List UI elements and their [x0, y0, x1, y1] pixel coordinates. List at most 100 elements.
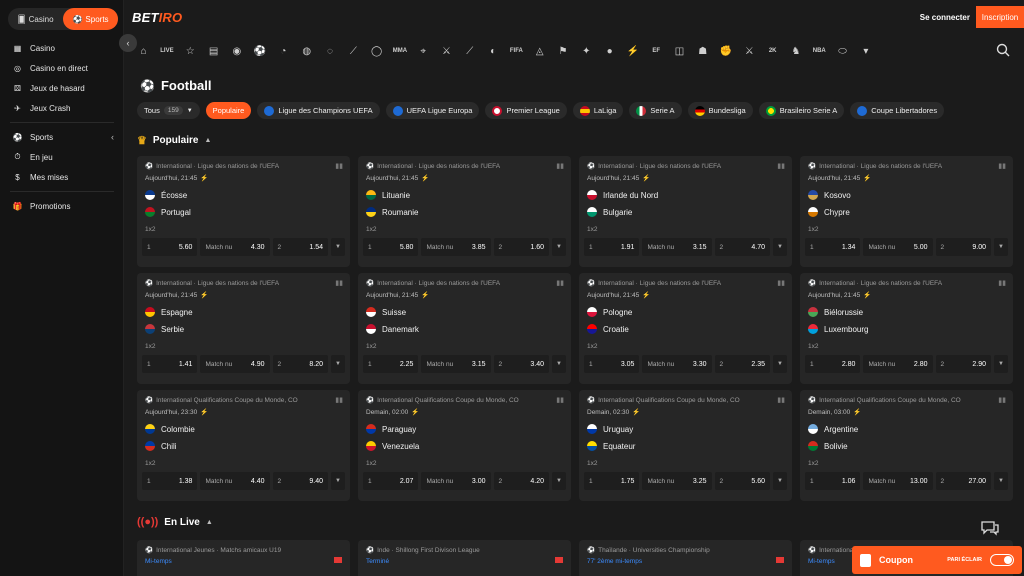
filter-brasileiro[interactable]: Brasileiro Serie A: [758, 102, 845, 119]
ebrasil-icon[interactable]: ☗: [691, 41, 714, 61]
esports-strike-icon[interactable]: ⚔: [435, 41, 458, 61]
odd-draw-button[interactable]: Match nu 4.90: [200, 355, 270, 373]
chevron-down-icon[interactable]: ▼: [552, 472, 566, 490]
match-card[interactable]: ⚽ International Qualifications Coupe du M…: [137, 390, 350, 501]
league-icon[interactable]: ◉: [225, 41, 248, 61]
match-card[interactable]: ⚽ International · Ligue des nations de l'…: [137, 156, 350, 267]
odd-away-button[interactable]: 2 1.54: [272, 238, 328, 256]
chevron-down-icon[interactable]: ▼: [331, 472, 345, 490]
odd-away-button[interactable]: 2 4.20: [493, 472, 549, 490]
match-card[interactable]: ⚽ International Qualifications Coupe du M…: [800, 390, 1013, 501]
logo[interactable]: BETIRO: [132, 10, 182, 25]
odd-home-button[interactable]: 1 2.07: [363, 472, 419, 490]
rugby-icon[interactable]: ⬭: [831, 41, 854, 61]
chat-icon[interactable]: ◐: [481, 41, 504, 61]
ekick-icon[interactable]: ⚡: [621, 41, 644, 61]
esports-dota-icon[interactable]: ◬: [528, 41, 551, 61]
chevron-down-icon[interactable]: ▼: [552, 355, 566, 373]
filter-champions-league[interactable]: Ligue des Champions UEFA: [257, 102, 380, 119]
stats-icon[interactable]: ▮▮: [556, 279, 564, 287]
popular-section-header[interactable]: ♛ Populaire ▲: [137, 134, 211, 147]
odd-home-button[interactable]: 1 2.25: [363, 355, 419, 373]
live-section-header[interactable]: ((●)) En Live ▲: [137, 516, 213, 528]
switch-casino[interactable]: 🂠 Casino: [8, 8, 63, 30]
stats-icon[interactable]: ▮▮: [777, 162, 785, 170]
odd-home-button[interactable]: 1 5.80: [363, 238, 419, 256]
odd-draw-button[interactable]: Match nu 4.40: [200, 472, 270, 490]
stats-icon[interactable]: ▮▮: [777, 279, 785, 287]
odd-draw-button[interactable]: Match nu 3.85: [421, 238, 491, 256]
volleyball-icon[interactable]: ◌: [318, 41, 341, 61]
chevron-down-icon[interactable]: ▼: [773, 472, 787, 490]
odd-away-button[interactable]: 2 2.35: [714, 355, 770, 373]
odd-away-button[interactable]: 2 8.20: [272, 355, 328, 373]
sidebar-item-crash-games[interactable]: ✈ Jeux Crash: [0, 98, 124, 118]
search-icon[interactable]: [996, 43, 1010, 57]
filter-bundesliga[interactable]: Bundesliga: [687, 102, 753, 119]
live-match-card[interactable]: ⚽ International Jeunes · Matchs amicaux U…: [137, 540, 350, 576]
filter-popular[interactable]: Populaire: [205, 102, 252, 119]
stats-icon[interactable]: ▮▮: [335, 396, 343, 404]
sidebar-item-in-play[interactable]: ⏱ En jeu: [0, 147, 124, 167]
nba2k-icon[interactable]: 2K: [761, 41, 784, 61]
odd-draw-button[interactable]: Match nu 3.00: [421, 472, 491, 490]
filter-premier-league[interactable]: Premier League: [485, 102, 567, 119]
efifa-icon[interactable]: EF: [645, 41, 668, 61]
sidebar-item-live-casino[interactable]: ◎ Casino en direct: [0, 58, 124, 78]
flash-bet-toggle[interactable]: [990, 554, 1014, 566]
ebattle-icon[interactable]: ⚔: [738, 41, 761, 61]
stats-icon[interactable]: ▮▮: [556, 396, 564, 404]
coupon-bar[interactable]: Coupon PARI ÉCLAIR: [852, 546, 1022, 574]
chevron-down-icon[interactable]: ▼: [773, 238, 787, 256]
fifa-icon[interactable]: FIFA: [505, 41, 528, 61]
match-card[interactable]: ⚽ International · Ligue des nations de l'…: [800, 156, 1013, 267]
football-icon[interactable]: ⚽: [248, 41, 271, 61]
stats-icon[interactable]: ▮▮: [335, 162, 343, 170]
filter-laliga[interactable]: LaLiga: [572, 102, 624, 119]
match-card[interactable]: ⚽ International Qualifications Coupe du M…: [358, 390, 571, 501]
chevron-left-icon[interactable]: ‹: [111, 132, 114, 142]
live-icon[interactable]: LIVE: [155, 41, 178, 61]
match-card[interactable]: ⚽ International · Ligue des nations de l'…: [579, 156, 792, 267]
ecricket-icon[interactable]: ◫: [668, 41, 691, 61]
odd-draw-button[interactable]: Match nu 5.00: [863, 238, 933, 256]
odd-draw-button[interactable]: Match nu 3.30: [642, 355, 712, 373]
document-icon[interactable]: ▤: [202, 41, 225, 61]
odd-away-button[interactable]: 2 9.00: [935, 238, 991, 256]
odd-draw-button[interactable]: Match nu 3.25: [642, 472, 712, 490]
chevron-down-icon[interactable]: ▼: [331, 355, 345, 373]
odd-draw-button[interactable]: Match nu 3.15: [642, 238, 712, 256]
odd-draw-button[interactable]: Match nu 3.15: [421, 355, 491, 373]
filter-all[interactable]: Tous 159 ▼: [137, 102, 200, 119]
odd-home-button[interactable]: 1 3.05: [584, 355, 640, 373]
ball-icon[interactable]: ●: [598, 41, 621, 61]
mma-icon[interactable]: MMA: [388, 41, 411, 61]
stats-icon[interactable]: ▮▮: [777, 396, 785, 404]
chevron-down-icon[interactable]: ▼: [994, 355, 1008, 373]
odd-draw-button[interactable]: Match nu 2.80: [863, 355, 933, 373]
switch-sports[interactable]: ⚽ Sports: [63, 8, 118, 30]
live-stream-icon[interactable]: [555, 557, 563, 563]
filter-serie-a[interactable]: Serie A: [629, 102, 682, 119]
collapse-sidebar-button[interactable]: ‹: [119, 34, 137, 52]
stats-icon[interactable]: ▮▮: [556, 162, 564, 170]
sidebar-item-my-bets[interactable]: $ Mes mises: [0, 167, 124, 187]
chevron-down-icon[interactable]: ▼: [331, 238, 345, 256]
odd-away-button[interactable]: 2 4.70: [714, 238, 770, 256]
odd-away-button[interactable]: 2 9.40: [272, 472, 328, 490]
esports-valorant-icon[interactable]: ⟋: [458, 41, 481, 61]
signup-button[interactable]: Inscription: [976, 6, 1024, 28]
stats-icon[interactable]: ▮▮: [998, 162, 1006, 170]
chess-icon[interactable]: ♞: [784, 41, 807, 61]
odd-home-button[interactable]: 1 1.41: [142, 355, 198, 373]
live-match-card[interactable]: ⚽ Thaïlande · Universities Championship 7…: [579, 540, 792, 576]
odd-home-button[interactable]: 1 1.34: [805, 238, 861, 256]
chevron-down-icon[interactable]: ▼: [994, 238, 1008, 256]
sidebar-item-promotions[interactable]: 🎁 Promotions: [0, 196, 124, 216]
odd-home-button[interactable]: 1 1.38: [142, 472, 198, 490]
sidebar-item-sports[interactable]: ⚽ Sports ‹: [0, 127, 124, 147]
nba-icon[interactable]: NBA: [808, 41, 831, 61]
odd-home-button[interactable]: 1 1.75: [584, 472, 640, 490]
odd-home-button[interactable]: 1 1.06: [805, 472, 861, 490]
live-stream-icon[interactable]: [334, 557, 342, 563]
